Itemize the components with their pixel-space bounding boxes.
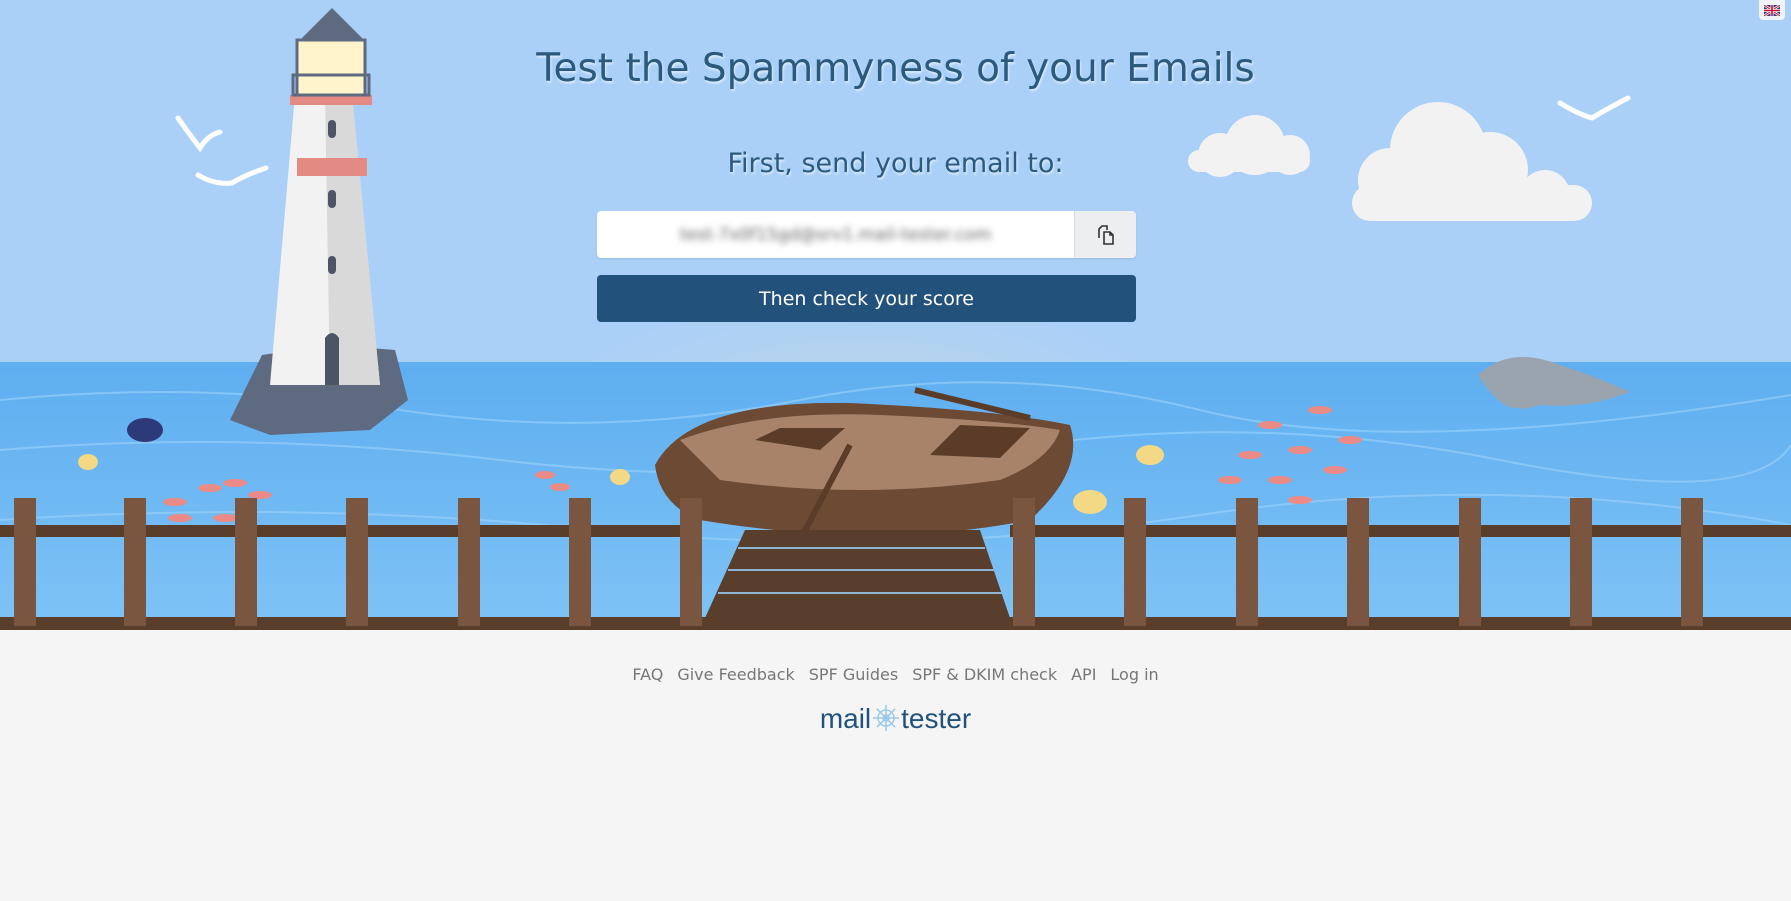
- email-address-field[interactable]: test-7x0f15gd@srv1.mail-tester.com: [597, 211, 1074, 258]
- ship-wheel-icon: [873, 705, 900, 731]
- footer-link-login[interactable]: Log in: [1110, 665, 1158, 684]
- footer-nav: FAQ Give Feedback SPF Guides SPF & DKIM che…: [0, 665, 1791, 684]
- email-address-group: test-7x0f15gd@srv1.mail-tester.com: [597, 211, 1136, 258]
- copy-icon: [1097, 224, 1114, 245]
- pier: [705, 530, 1010, 618]
- language-selector[interactable]: [1759, 0, 1785, 20]
- footer-link-faq[interactable]: FAQ: [632, 665, 663, 684]
- mail-tester-logo[interactable]: mail tester: [0, 703, 1791, 735]
- uk-flag-icon: [1764, 4, 1780, 16]
- page-subtitle: First, send your email to:: [727, 148, 1064, 179]
- logo-text-right: tester: [901, 703, 972, 734]
- email-address-value: test-7x0f15gd@srv1.mail-tester.com: [679, 224, 992, 245]
- logo-text-left: mail: [819, 703, 872, 734]
- check-score-button[interactable]: Then check your score: [597, 275, 1136, 322]
- footer-link-spf-dkim-check[interactable]: SPF & DKIM check: [912, 665, 1057, 684]
- copy-button[interactable]: [1074, 211, 1136, 258]
- footer-link-api[interactable]: API: [1071, 665, 1096, 684]
- footer-link-feedback[interactable]: Give Feedback: [677, 665, 794, 684]
- footer-link-spf-guides[interactable]: SPF Guides: [809, 665, 898, 684]
- page-title: Test the Spammyness of your Emails: [536, 46, 1255, 91]
